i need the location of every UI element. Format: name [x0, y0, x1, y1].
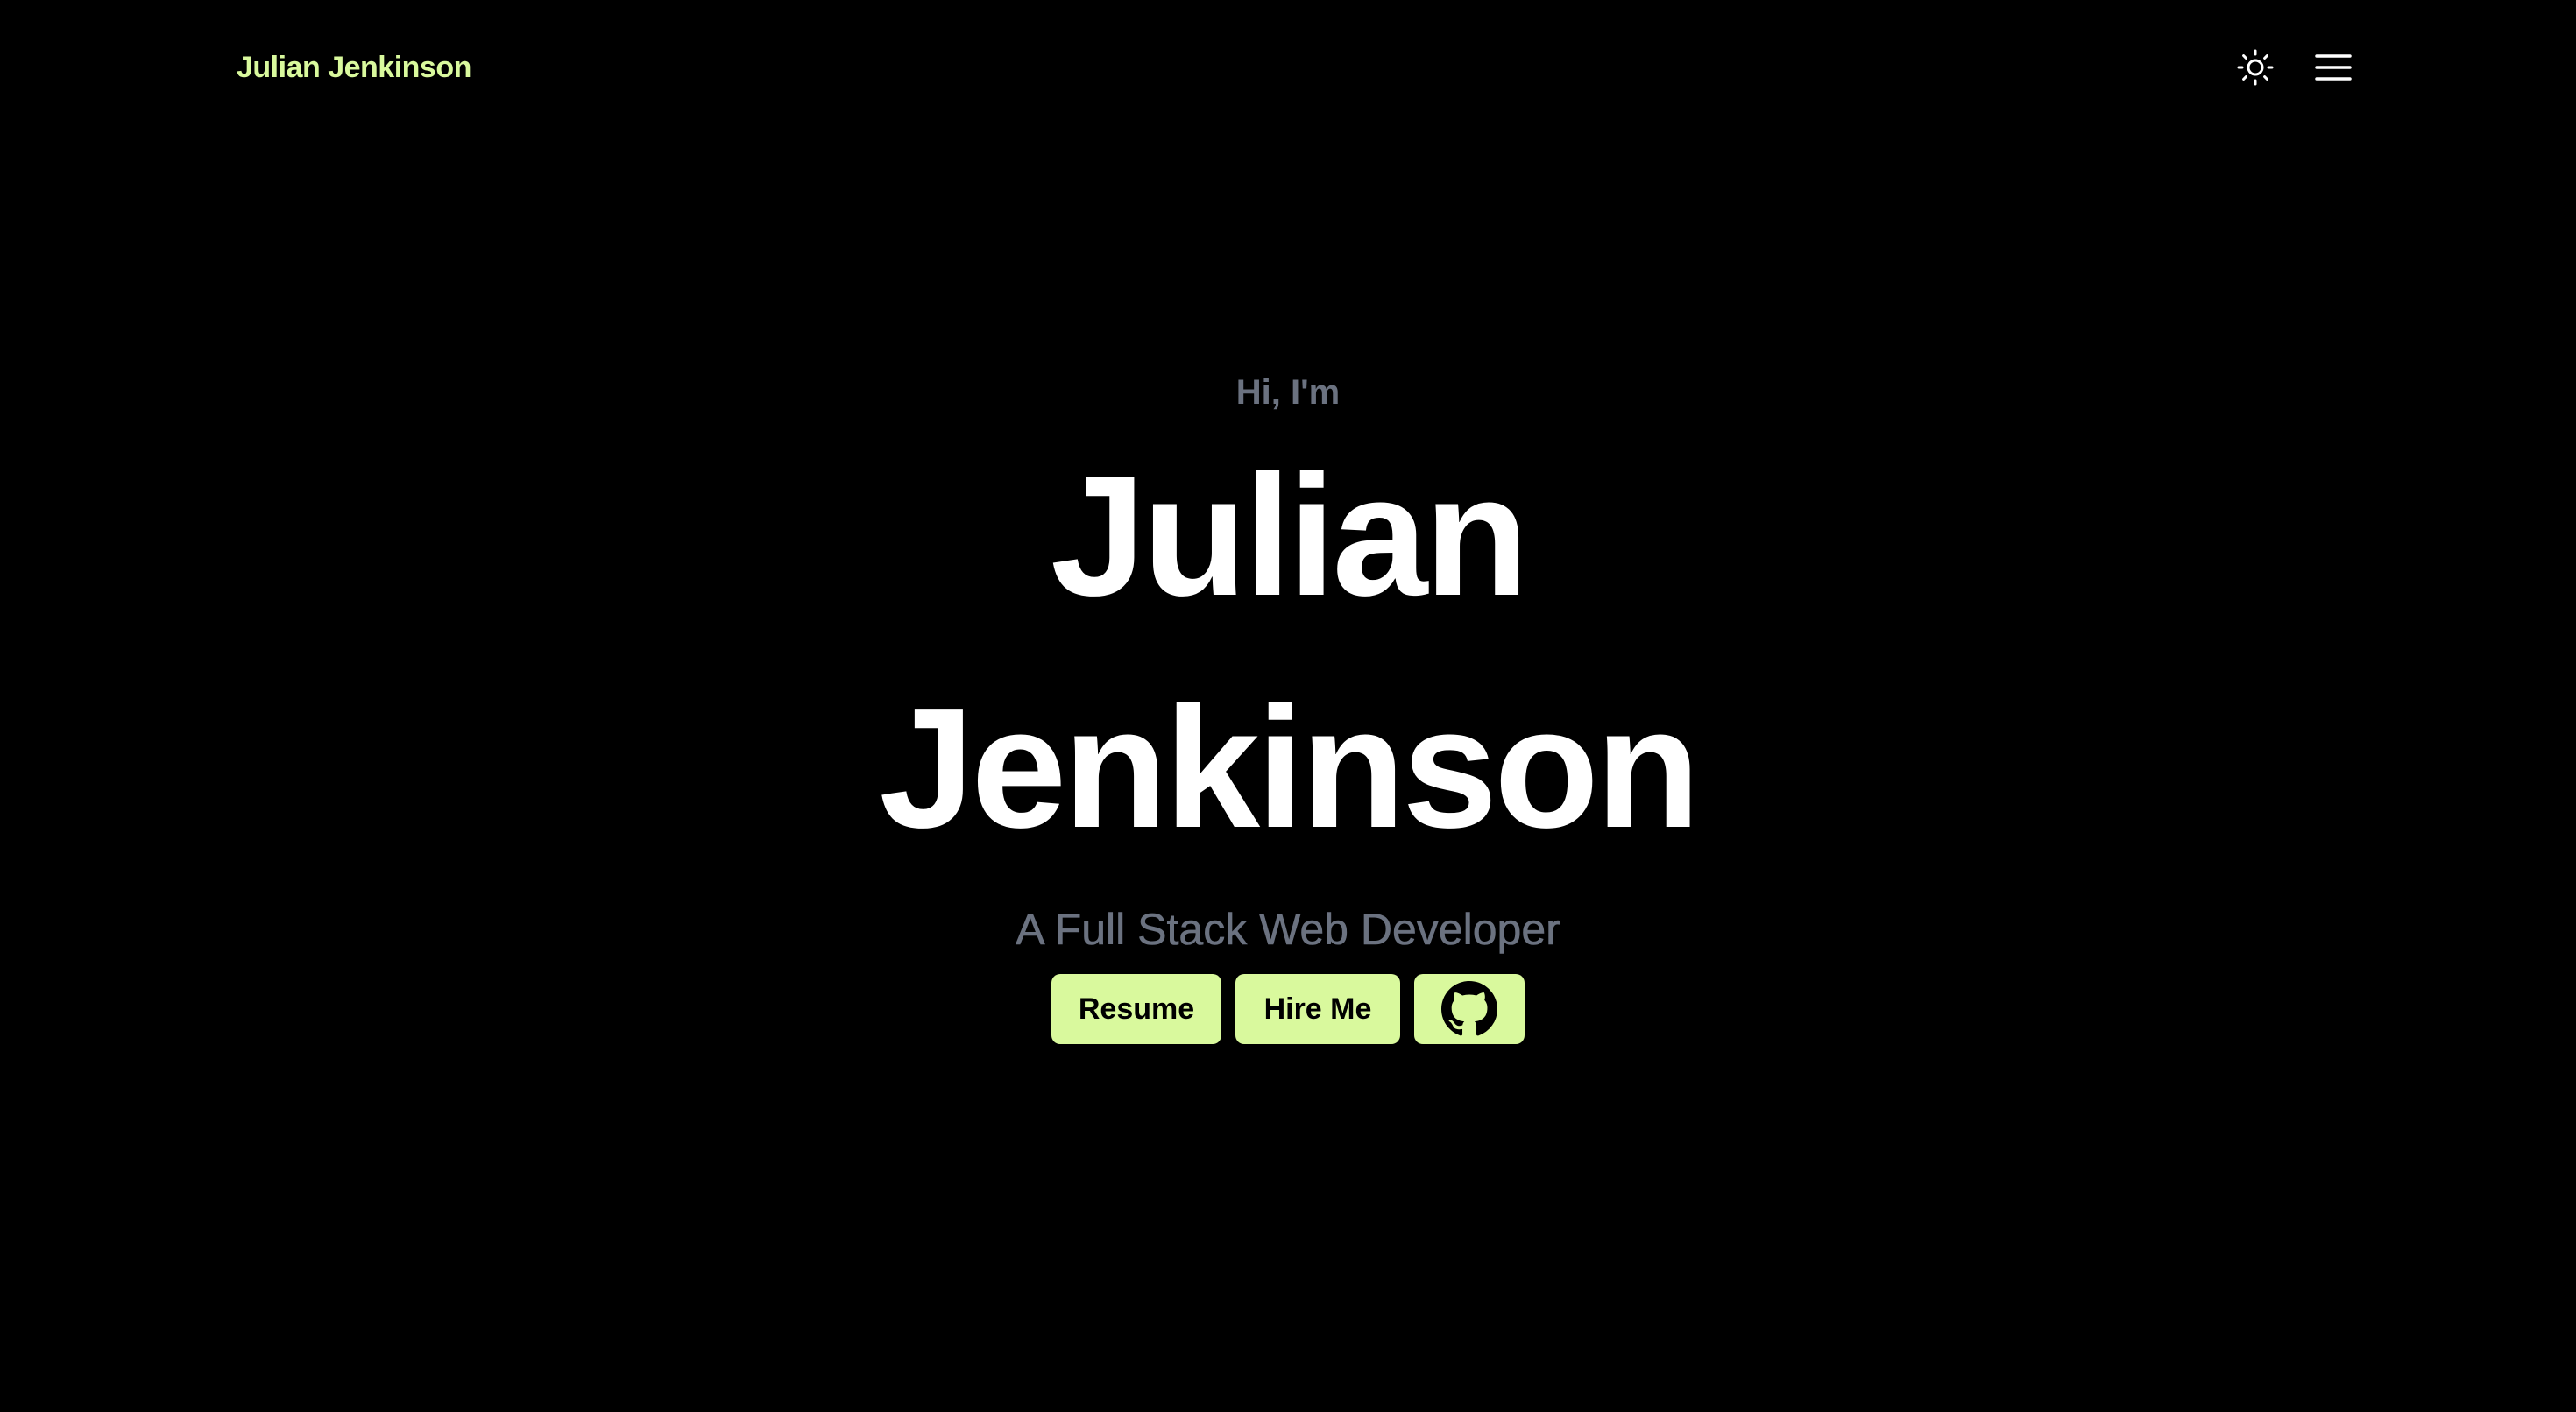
github-icon [1441, 981, 1497, 1036]
page: Julian Jenkinson Hi, I'm Julian Jenkinso… [0, 0, 2576, 1412]
hero-section: Hi, I'm Julian Jenkinson A Full Stack We… [0, 0, 2576, 1412]
hero-first-name: Julian [1050, 440, 1529, 632]
hero-last-name: Jenkinson [879, 672, 1700, 864]
github-button[interactable] [1414, 974, 1525, 1044]
hero-actions: Resume Hire Me [0, 974, 2576, 1044]
greeting-text: Hi, I'm [1235, 373, 1341, 412]
hire-me-button[interactable]: Hire Me [1235, 974, 1400, 1044]
resume-button[interactable]: Resume [1051, 974, 1221, 1044]
tagline-text: A Full Stack Web Developer [1016, 905, 1560, 955]
